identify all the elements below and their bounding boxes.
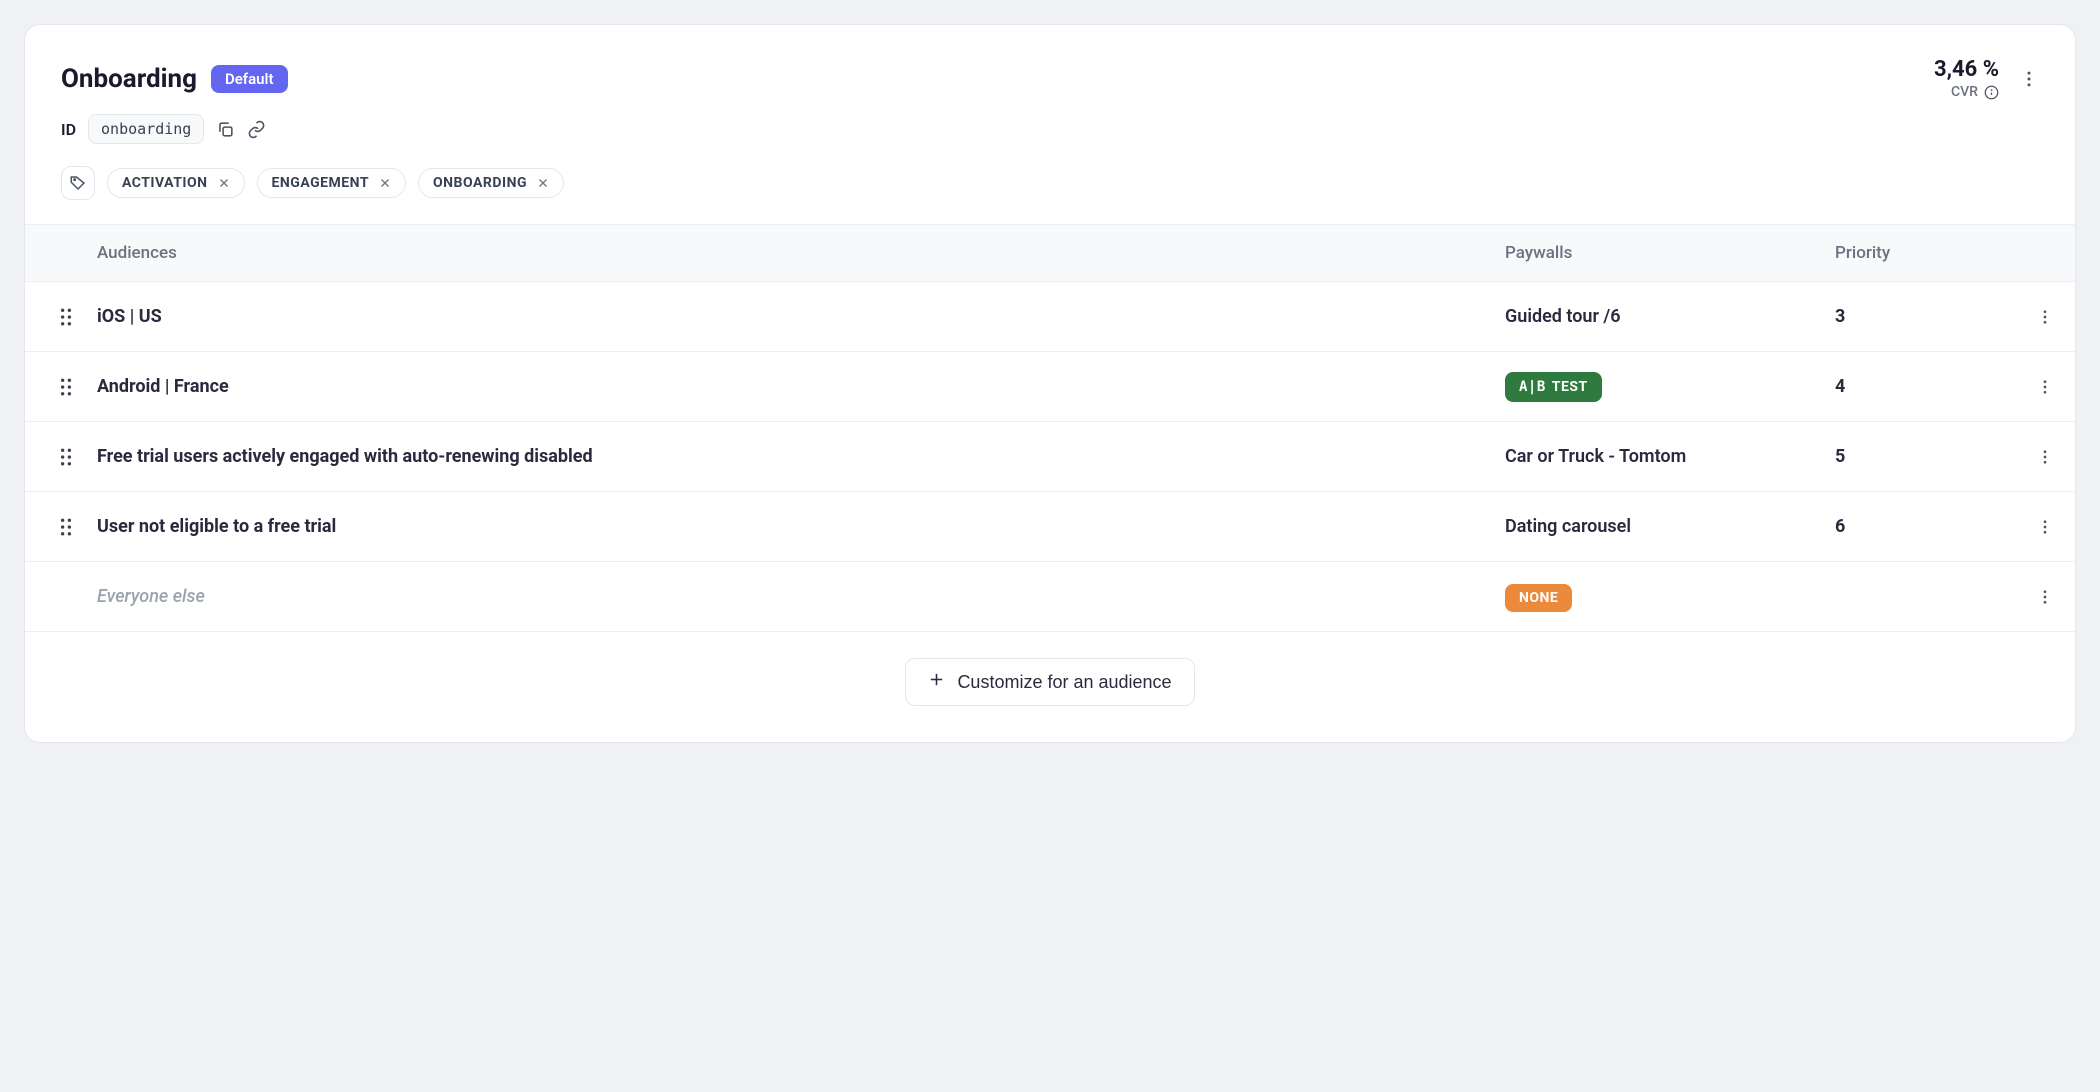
ab-label: TEST	[1552, 379, 1588, 395]
title-left: Onboarding Default	[61, 64, 288, 94]
copy-icon[interactable]	[216, 120, 235, 139]
customize-label: Customize for an audience	[957, 672, 1171, 693]
audiences-table: Audiences Paywalls Priority iOS | US Gui…	[25, 224, 2075, 632]
tag-chip-onboarding: ONBOARDING	[418, 168, 564, 198]
table-header: Audiences Paywalls Priority	[25, 224, 2075, 282]
ab-test-badge: A|B TEST	[1505, 372, 1602, 402]
table-row: Android | France A|B TEST 4	[25, 352, 2075, 422]
priority-value: 5	[1835, 446, 2015, 467]
ab-icon: A|B	[1519, 379, 1546, 395]
col-audiences: Audiences	[97, 243, 1505, 263]
tags-row: ACTIVATION ENGAGEMENT ONBOARDING	[61, 166, 2039, 200]
card-header: Onboarding Default 3,46 % CVR	[25, 25, 2075, 224]
table-row: Free trial users actively engaged with a…	[25, 422, 2075, 492]
audience-name: User not eligible to a free trial	[97, 516, 1505, 537]
plus-icon	[928, 671, 945, 693]
row-menu-button[interactable]	[2015, 378, 2075, 396]
card-menu-button[interactable]	[2019, 69, 2039, 89]
id-row: ID onboarding	[61, 114, 2039, 144]
table-row: iOS | US Guided tour /6 3	[25, 282, 2075, 352]
drag-handle-icon[interactable]	[25, 308, 97, 326]
drag-handle-icon[interactable]	[25, 518, 97, 536]
priority-value: 3	[1835, 306, 2015, 327]
customize-audience-button[interactable]: Customize for an audience	[905, 658, 1194, 706]
table-row: User not eligible to a free trial Dating…	[25, 492, 2075, 562]
audience-name: iOS | US	[97, 306, 1505, 327]
paywall-name: Car or Truck - Tomtom	[1505, 446, 1835, 467]
drag-handle-icon[interactable]	[25, 378, 97, 396]
tag-label: ONBOARDING	[433, 175, 527, 191]
priority-value: 4	[1835, 376, 2015, 397]
tag-chip-engagement: ENGAGEMENT	[257, 168, 407, 198]
cvr-block: 3,46 % CVR	[1934, 57, 1999, 100]
paywall-name: Guided tour /6	[1505, 306, 1835, 327]
tag-remove-icon[interactable]	[537, 177, 549, 189]
tag-label: ACTIVATION	[122, 175, 208, 191]
link-icon[interactable]	[247, 120, 266, 139]
cvr-label-row: CVR	[1934, 84, 1999, 100]
audience-name: Everyone else	[97, 586, 1505, 607]
row-menu-button[interactable]	[2015, 448, 2075, 466]
table-row: Everyone else NONE	[25, 562, 2075, 632]
audience-name: Android | France	[97, 376, 1505, 397]
col-paywalls: Paywalls	[1505, 243, 1835, 263]
row-menu-button[interactable]	[2015, 588, 2075, 606]
page-title: Onboarding	[61, 64, 197, 94]
none-badge: NONE	[1505, 584, 1572, 612]
default-badge: Default	[211, 65, 288, 93]
title-right: 3,46 % CVR	[1934, 57, 2039, 100]
tag-icon[interactable]	[61, 166, 95, 200]
cvr-value: 3,46 %	[1934, 57, 1999, 82]
paywall-name: NONE	[1505, 586, 1835, 607]
audience-name: Free trial users actively engaged with a…	[97, 446, 1505, 467]
col-priority: Priority	[1835, 243, 2015, 263]
id-value: onboarding	[88, 114, 204, 144]
placement-card: Onboarding Default 3,46 % CVR	[24, 24, 2076, 743]
card-footer: Customize for an audience	[25, 632, 2075, 742]
row-menu-button[interactable]	[2015, 308, 2075, 326]
tag-label: ENGAGEMENT	[272, 175, 370, 191]
id-label: ID	[61, 120, 76, 139]
title-row: Onboarding Default 3,46 % CVR	[61, 57, 2039, 100]
paywall-name: Dating carousel	[1505, 516, 1835, 537]
row-menu-button[interactable]	[2015, 518, 2075, 536]
drag-handle-icon[interactable]	[25, 448, 97, 466]
tag-remove-icon[interactable]	[218, 177, 230, 189]
priority-value: 6	[1835, 516, 2015, 537]
paywall-name: A|B TEST	[1505, 372, 1835, 402]
cvr-label: CVR	[1951, 84, 1978, 100]
tag-chip-activation: ACTIVATION	[107, 168, 245, 198]
tag-remove-icon[interactable]	[379, 177, 391, 189]
info-icon[interactable]	[1984, 85, 1999, 100]
